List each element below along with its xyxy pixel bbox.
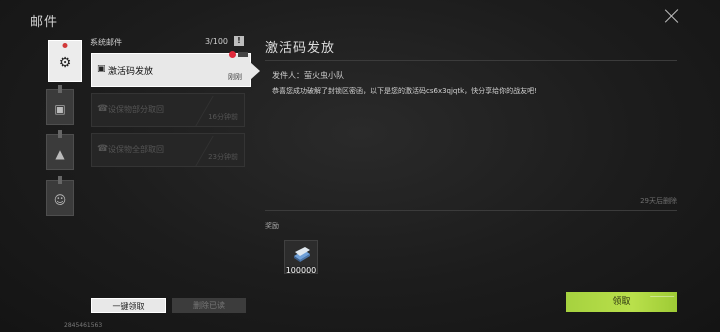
category-tab-chat[interactable]: ▣ <box>46 85 74 125</box>
delete-read-button[interactable]: 删除已读 <box>172 298 246 313</box>
mail-time: 23分钟前 <box>208 153 238 161</box>
divider <box>265 210 677 211</box>
reward-quantity: 100000 <box>285 266 317 275</box>
info-icon[interactable]: ! <box>234 36 244 46</box>
claim-button[interactable]: 领取 <box>566 292 677 312</box>
mail-item-selected[interactable]: ▣ 激活码发放 刚刚 <box>91 51 260 87</box>
mail-body: 恭喜您成功破解了封锁区密函，以下是您的激活码cs6x3qjqtk，快分享给你的战… <box>272 87 537 95</box>
gear-icon: ⚙ <box>58 55 72 71</box>
category-tab-system[interactable]: ⚙ <box>48 40 82 82</box>
currency-stack-icon <box>294 247 310 262</box>
mail-subject: 激活码发放 <box>108 67 154 77</box>
warning-icon: ▲ <box>55 146 65 161</box>
window-title: 邮件 <box>30 15 59 30</box>
phone-icon: ☎ <box>97 144 109 154</box>
category-tab-friend[interactable]: ☺ <box>46 176 74 216</box>
face-icon: ☺ <box>53 192 67 207</box>
category-tab-warning[interactable]: ▲ <box>46 130 74 170</box>
claim-button-label: 领取 <box>612 297 631 307</box>
mail-time: 16分钟前 <box>208 113 238 121</box>
mail-category-label: 系统邮件 <box>90 38 122 47</box>
mail-sender: 发件人：萤火虫小队 <box>272 71 344 80</box>
claim-all-button[interactable]: 一键领取 <box>91 298 166 313</box>
close-icon[interactable] <box>664 8 680 24</box>
mail-count: 3/100 <box>204 37 228 46</box>
phone-icon: ☎ <box>97 104 109 114</box>
divider <box>265 60 677 61</box>
player-uid: 2845461563 <box>64 322 103 329</box>
reward-label: 奖励 <box>265 222 279 230</box>
unread-dot <box>229 51 236 58</box>
chat-icon: ▣ <box>54 101 66 116</box>
mail-item[interactable]: ☎ 设保物部分取回 16分钟前 <box>91 93 245 127</box>
mail-subject: 设保物全部取回 <box>108 145 164 154</box>
reward-item[interactable]: 100000 <box>284 240 318 275</box>
mail-expire: 29天后删除 <box>640 197 677 205</box>
mail-item[interactable]: ☎ 设保物全部取回 23分钟前 <box>91 133 245 167</box>
mail-detail-title: 激活码发放 <box>265 41 336 56</box>
mail-list-header: 系统邮件 3/100 ! <box>90 36 246 48</box>
mail-subject: 设保物部分取回 <box>108 105 164 114</box>
gift-icon: ▣ <box>97 64 106 74</box>
mail-time: 刚刚 <box>228 73 242 81</box>
